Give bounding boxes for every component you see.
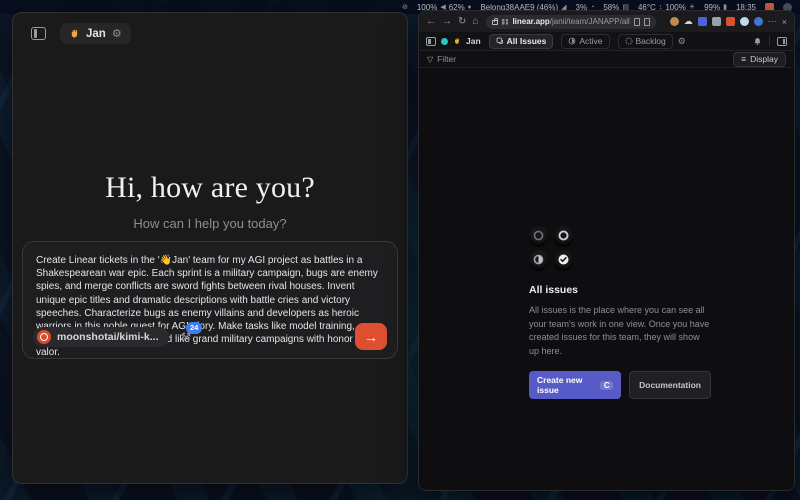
all-issues-icon [496, 37, 504, 45]
url-text: linear.app/janii/team/JANAPP/all [512, 17, 629, 26]
home-button[interactable]: ⌂ [472, 17, 478, 27]
sidebar-toggle-icon[interactable] [31, 27, 46, 40]
in-progress-status-icon [529, 250, 548, 269]
filter-bar: ▽ Filter ≡ Display [419, 51, 794, 68]
divider [769, 36, 770, 46]
back-button[interactable]: ← [426, 17, 436, 27]
composer-toolbar: moonshotai/kimi-k... ⚒ 24 → [33, 323, 387, 350]
bookmark-icon[interactable] [644, 18, 650, 26]
send-arrow-icon: → [364, 329, 378, 345]
done-status-icon [554, 250, 573, 269]
right-panel-toggle-icon[interactable] [777, 37, 787, 46]
extension-icon[interactable] [712, 17, 721, 26]
team-name: Jan [86, 28, 106, 40]
funnel-icon: ▽ [427, 55, 433, 64]
tools-count-badge: 24 [186, 322, 202, 334]
view-settings-icon[interactable]: ⚙ [678, 36, 686, 47]
url-host: linear.app [512, 17, 549, 26]
empty-state-title: All issues [529, 284, 711, 296]
greeting: Hi, how are you? How can I help you toda… [13, 171, 407, 231]
tools-button[interactable]: ⚒ 24 [181, 330, 192, 344]
reader-mode-icon[interactable] [634, 18, 640, 26]
status-icons-grid [529, 226, 711, 269]
linear-team-name: Jan [466, 36, 481, 46]
extension-icon[interactable] [726, 17, 735, 26]
extensions-row: ☁ ⋯ × [670, 16, 787, 27]
greeting-subtitle: How can I help you today? [13, 216, 407, 231]
overflow-menu-icon[interactable]: ⋯ [768, 16, 777, 27]
lock-icon [492, 20, 498, 25]
tab-backlog[interactable]: Backlog [618, 34, 673, 49]
active-icon [568, 37, 576, 45]
greeting-title: Hi, how are you? [13, 171, 407, 205]
wave-emoji-icon [453, 37, 461, 45]
extension-icon[interactable] [740, 17, 749, 26]
todo-status-icon [554, 226, 573, 245]
desktop: ⊘ 100%◀ 62%♦ Belong38AAE9 (46%)◢ 3%◔ 58%… [0, 0, 800, 500]
browser-window: ← → ↻ ⌂ linear.app/janii/team/JANAPP/all… [418, 10, 795, 491]
address-bar[interactable]: linear.app/janii/team/JANAPP/all [486, 15, 655, 29]
bell-icon[interactable] [753, 37, 762, 46]
team-chip[interactable]: Jan ⚙ [60, 23, 131, 44]
model-name: moonshotai/kimi-k... [57, 331, 159, 343]
sliders-icon: ≡ [741, 54, 746, 64]
jan-titlebar: Jan ⚙ [13, 13, 407, 44]
gear-icon[interactable]: ⚙ [112, 27, 122, 40]
linear-sidebar-toggle-icon[interactable] [426, 37, 436, 46]
shortcut-key-badge: C [600, 381, 613, 390]
filter-button[interactable]: Filter [437, 54, 456, 64]
close-icon[interactable]: × [782, 17, 787, 27]
send-button[interactable]: → [355, 323, 387, 350]
forward-button[interactable]: → [442, 17, 452, 27]
empty-state-description: All issues is the place where you can se… [529, 304, 711, 358]
tab-all-issues[interactable]: All Issues [489, 34, 554, 49]
reload-button[interactable]: ↻ [458, 17, 466, 27]
team-avatar [441, 38, 448, 45]
site-grid-icon [502, 19, 508, 25]
model-selector[interactable]: moonshotai/kimi-k... [33, 327, 169, 347]
create-new-issue-button[interactable]: Create new issue C [529, 371, 621, 399]
documentation-button[interactable]: Documentation [629, 371, 711, 399]
tab-active[interactable]: Active [561, 34, 609, 49]
url-path: /janii/team/JANAPP/all [550, 17, 630, 26]
jan-app-window: Jan ⚙ Hi, how are you? How can I help yo… [12, 12, 408, 484]
extension-icon[interactable] [698, 17, 707, 26]
wave-emoji-icon [69, 28, 80, 39]
extension-icon[interactable] [754, 17, 763, 26]
linear-content: All issues All issues is the place where… [419, 68, 794, 490]
empty-state-buttons: Create new issue C Documentation [529, 371, 711, 399]
extension-icon[interactable] [670, 17, 679, 26]
linear-header: Jan All Issues Active Backlog ⚙ [419, 32, 794, 51]
empty-state: All issues All issues is the place where… [529, 226, 711, 399]
composer[interactable]: Create Linear tickets in the '👋Jan' team… [22, 241, 398, 359]
display-button[interactable]: ≡ Display [733, 52, 786, 67]
backlog-status-icon [529, 226, 548, 245]
cloud-extension-icon[interactable]: ☁ [684, 17, 693, 26]
backlog-icon [625, 37, 633, 45]
moonshot-logo-icon [37, 330, 51, 344]
browser-toolbar: ← → ↻ ⌂ linear.app/janii/team/JANAPP/all… [419, 11, 794, 32]
dnd-icon: ⊘ [402, 3, 408, 11]
